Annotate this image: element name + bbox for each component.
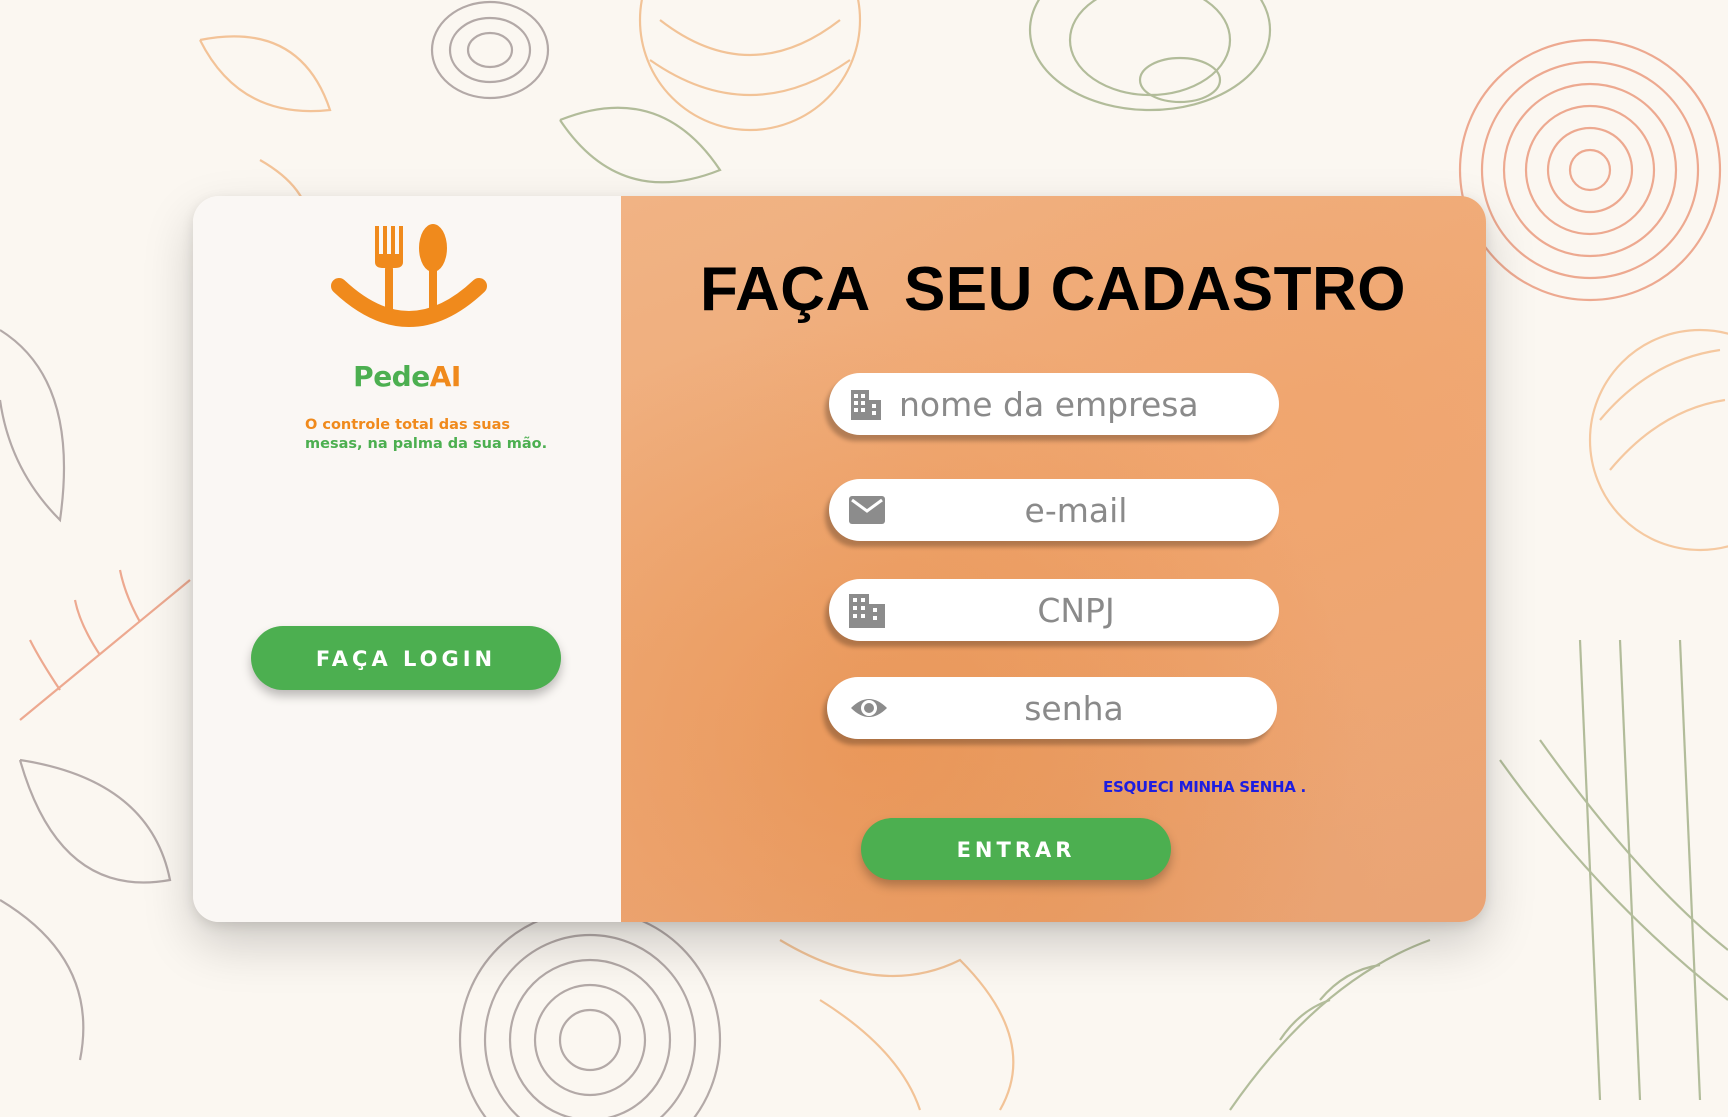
building-icon <box>849 594 885 628</box>
password-field[interactable] <box>827 677 1277 739</box>
brand-name-part2: AI <box>429 360 462 393</box>
tagline-line1: O controle total das suas <box>305 417 510 433</box>
page-title: FAÇA SEU CADASTRO <box>700 255 1406 324</box>
email-input[interactable] <box>899 479 1253 541</box>
cnpj-field[interactable] <box>829 579 1279 641</box>
forgot-password-link[interactable]: ESQUECI MINHA SENHA . <box>1103 778 1306 796</box>
page: PedeAI O controle total das suas mesas, … <box>0 0 1728 1117</box>
brand-panel: PedeAI O controle total das suas mesas, … <box>193 196 621 922</box>
eye-icon[interactable] <box>849 688 889 728</box>
brand-name: PedeAI <box>193 360 621 393</box>
signup-form-panel: FAÇA SEU CADASTRO nome da empresa e-mail… <box>621 196 1486 922</box>
brand-name-part1: Pede <box>353 360 430 393</box>
email-field[interactable] <box>829 479 1279 541</box>
login-button[interactable]: FAÇA LOGIN <box>251 626 561 690</box>
company-name-field[interactable] <box>829 373 1279 435</box>
signup-card: PedeAI O controle total das suas mesas, … <box>193 196 1486 922</box>
cnpj-input[interactable] <box>899 579 1253 641</box>
company-name-input[interactable] <box>899 373 1253 435</box>
enter-button[interactable]: ENTRAR <box>861 818 1171 880</box>
building-icon <box>851 390 881 420</box>
tagline-line2: mesas, na palma da sua mão. <box>305 436 548 452</box>
fork-spoon-logo-icon <box>331 224 487 327</box>
mail-icon <box>849 496 885 524</box>
tagline: O controle total das suas mesas, na palm… <box>305 416 565 454</box>
password-input[interactable] <box>897 677 1251 739</box>
